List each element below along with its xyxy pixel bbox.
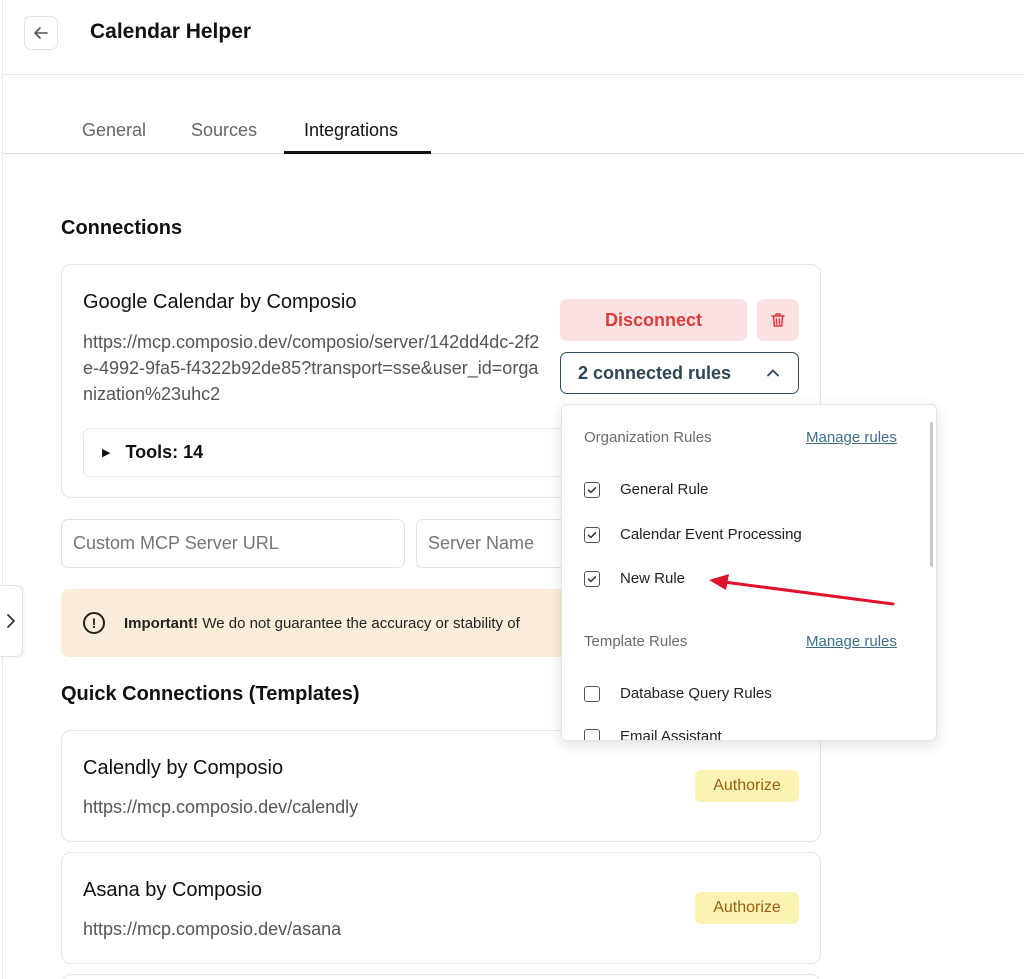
checkbox-unchecked[interactable]	[584, 728, 600, 740]
rule-item-database-query-rules[interactable]: Database Query Rules	[584, 685, 772, 702]
manage-template-rules-link[interactable]: Manage rules	[806, 633, 897, 650]
checkbox-checked[interactable]	[584, 526, 600, 543]
notice-text: We do not guarantee the accuracy or stab…	[198, 614, 520, 632]
checkbox-checked[interactable]	[584, 481, 600, 498]
left-border	[2, 0, 3, 979]
disconnect-button[interactable]: Disconnect	[560, 299, 747, 341]
template-card	[61, 974, 821, 979]
connection-name: Google Calendar by Composio	[83, 291, 357, 313]
organization-rules-title: Organization Rules	[584, 429, 712, 446]
check-icon	[587, 531, 597, 538]
authorize-button[interactable]: Authorize	[695, 770, 799, 802]
page-title: Calendar Helper	[90, 20, 252, 43]
template-url: https://mcp.composio.dev/calendly	[83, 797, 359, 817]
checkbox-unchecked[interactable]	[584, 685, 600, 702]
rule-item-email-assistant[interactable]: Email Assistant	[584, 728, 722, 741]
rule-item-general[interactable]: General Rule	[584, 481, 708, 498]
template-name: Calendly by Composio	[83, 757, 284, 779]
check-icon	[587, 575, 597, 582]
tools-expander[interactable]: ▶ Tools: 14	[83, 428, 583, 477]
important-notice: ! Important! We do not guarantee the acc…	[61, 589, 581, 657]
back-button[interactable]	[24, 16, 58, 50]
tabs-divider	[3, 153, 1024, 154]
quick-connections-title: Quick Connections (Templates)	[61, 683, 360, 705]
trash-icon	[771, 313, 785, 327]
alert-circle-icon: !	[83, 612, 105, 634]
tab-integrations[interactable]: Integrations	[304, 120, 398, 141]
rule-item-new-rule[interactable]: New Rule	[584, 570, 685, 587]
tab-sources[interactable]: Sources	[191, 120, 257, 141]
sidebar-toggle[interactable]	[0, 585, 23, 657]
rule-item-calendar-event-processing[interactable]: Calendar Event Processing	[584, 526, 802, 543]
caret-right-icon: ▶	[102, 447, 111, 459]
connection-url: https://mcp.composio.dev/composio/server…	[83, 332, 540, 404]
tab-general[interactable]: General	[82, 120, 146, 141]
notice-strong: Important!	[124, 614, 199, 632]
active-tab-indicator	[284, 151, 431, 154]
chevron-right-icon	[7, 614, 15, 628]
tools-label: Tools: 14	[125, 442, 204, 462]
chevron-up-icon	[767, 369, 779, 377]
rule-label: General Rule	[620, 481, 709, 498]
rule-label: Calendar Event Processing	[620, 526, 802, 543]
connected-rules-button[interactable]: 2 connected rules	[560, 352, 799, 394]
scrollbar[interactable]	[930, 422, 933, 567]
rule-label: Database Query Rules	[620, 685, 772, 702]
manage-org-rules-link[interactable]: Manage rules	[806, 429, 897, 446]
check-icon	[587, 486, 597, 493]
authorize-button[interactable]: Authorize	[695, 892, 799, 924]
header-divider	[3, 74, 1024, 75]
template-url: https://mcp.composio.dev/asana	[83, 919, 342, 939]
template-name: Asana by Composio	[83, 879, 262, 901]
rule-label: New Rule	[620, 570, 686, 587]
annotation-arrow-icon	[709, 574, 895, 606]
custom-mcp-url-input[interactable]	[61, 519, 405, 568]
rule-label: Email Assistant	[620, 728, 722, 741]
arrow-left-icon	[34, 27, 48, 39]
template-rules-title: Template Rules	[584, 633, 688, 650]
connected-rules-label: 2 connected rules	[578, 362, 732, 383]
delete-button[interactable]	[757, 299, 799, 341]
checkbox-checked[interactable]	[584, 570, 600, 587]
connections-title: Connections	[61, 217, 183, 239]
